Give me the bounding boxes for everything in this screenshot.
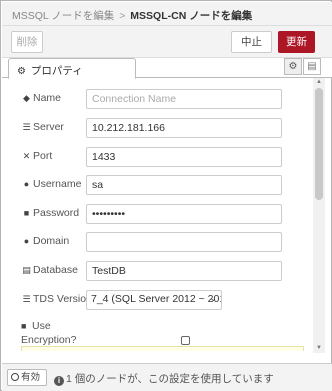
tds-version-label: ☰ TDS Version: [22, 293, 92, 305]
tips-box: [21, 346, 304, 351]
domain-input[interactable]: [86, 232, 282, 252]
user-icon: ●: [23, 236, 30, 246]
dialog-footer: 有効 i1 個のノードが、この設定を使用しています: [2, 363, 332, 391]
random-icon: ✕: [22, 151, 31, 161]
scrollbar[interactable]: ▲ ▼: [313, 78, 325, 353]
usage-info: i1 個のノードが、この設定を使用しています: [54, 371, 274, 386]
scrollbar-thumb[interactable]: [315, 88, 323, 200]
breadcrumb: MSSQL ノードを編集 > MSSQL-CN ノードを編集: [2, 2, 332, 26]
list-icon: ☰: [22, 294, 31, 304]
port-input[interactable]: [86, 147, 282, 167]
server-label: ☰ Server: [22, 121, 64, 133]
tag-icon: ◆: [23, 93, 30, 103]
edit-dialog: MSSQL ノードを編集 > MSSQL-CN ノードを編集 削除 中止 更新 …: [0, 0, 332, 391]
tds-version-value: 7_4 (SQL Server 2012 ~ 2019): [91, 293, 222, 305]
breadcrumb-current: MSSQL-CN ノードを編集: [130, 10, 253, 22]
usage-info-text: 1 個のノードが、この設定を使用しています: [66, 373, 274, 385]
tab-properties-label: プロパティ: [30, 65, 83, 77]
database-input[interactable]: [86, 261, 282, 281]
username-label: ● Username: [21, 178, 91, 190]
tds-version-select[interactable]: 7_4 (SQL Server 2012 ~ 2019) ⌄: [86, 290, 222, 310]
cancel-button[interactable]: 中止: [231, 31, 272, 53]
username-input[interactable]: [86, 175, 282, 195]
enabled-toggle[interactable]: 有効: [7, 369, 47, 386]
encryption-checkbox[interactable]: [181, 336, 190, 345]
port-label: ✕ Port: [22, 150, 53, 162]
lock-icon: ■: [21, 321, 27, 331]
database-label: ▤ Database: [22, 264, 78, 276]
scroll-down-icon[interactable]: ▼: [313, 344, 325, 353]
delete-button[interactable]: 削除: [11, 31, 43, 53]
enabled-label: 有効: [21, 372, 41, 383]
breadcrumb-parent[interactable]: MSSQL ノードを編集: [12, 10, 114, 22]
password-input[interactable]: [86, 204, 282, 224]
chevron-down-icon: ⌄: [209, 293, 217, 303]
encryption-label: ■ Use Encryption?: [21, 320, 77, 346]
settings-gear-icon[interactable]: ⚙: [284, 58, 302, 75]
lock-icon: ■: [23, 208, 30, 218]
gear-icon: ⚙: [17, 66, 26, 77]
user-icon: ●: [23, 179, 30, 189]
description-doc-icon[interactable]: ▤: [303, 58, 321, 75]
scroll-up-icon[interactable]: ▲: [313, 78, 325, 87]
server-input[interactable]: [86, 118, 282, 138]
name-input[interactable]: [86, 89, 282, 109]
info-icon: i: [54, 376, 64, 386]
tab-properties[interactable]: ⚙ プロパティ: [8, 58, 136, 79]
server-icon: ☰: [22, 122, 31, 132]
password-label: ■ Password: [21, 207, 91, 219]
toggle-circle-icon: [11, 373, 19, 381]
breadcrumb-separator: >: [119, 10, 126, 22]
dialog-toolbar: 削除 中止 更新: [2, 26, 332, 58]
tab-bar: ⚙ プロパティ ⚙ ▤: [2, 58, 332, 79]
properties-form: ◆Name ☰Server ✕Port ●Username ■Password …: [2, 78, 332, 351]
database-icon: ▤: [22, 265, 31, 275]
name-label: ◆ Name: [21, 92, 91, 104]
update-button[interactable]: 更新: [278, 31, 315, 53]
domain-label: ● Domain: [21, 235, 91, 247]
